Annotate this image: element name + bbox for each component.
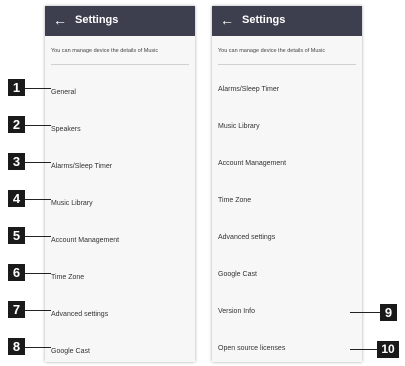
- menu-item-speakers[interactable]: Speakers: [51, 120, 191, 140]
- callout-marker-5: 5: [8, 227, 25, 244]
- screen-title: Settings: [242, 14, 286, 26]
- callout-marker-1: 1: [8, 79, 25, 96]
- menu-item-alarms-sleep-timer[interactable]: Alarms/Sleep Timer: [51, 157, 191, 177]
- back-arrow-icon[interactable]: ←: [220, 12, 234, 28]
- menu-item-google-cast[interactable]: Google Cast: [218, 265, 358, 285]
- screen-subtitle: You can manage device the details of Mus…: [51, 48, 159, 54]
- menu-item-general[interactable]: General: [51, 83, 191, 103]
- menu-item-advanced-settings[interactable]: Advanced settings: [51, 305, 191, 325]
- divider: [51, 64, 189, 65]
- callout-marker-2: 2: [8, 116, 25, 133]
- divider: [218, 64, 356, 65]
- callout-marker-10: 10: [377, 341, 399, 358]
- menu-item-account-management[interactable]: Account Management: [218, 154, 358, 174]
- callout-marker-8: 8: [8, 338, 25, 355]
- callout-leader-line: [25, 347, 51, 348]
- menu-item-music-library[interactable]: Music Library: [218, 117, 358, 137]
- app-bar: ← Settings: [45, 6, 195, 36]
- screen-title: Settings: [75, 14, 119, 26]
- menu-item-time-zone[interactable]: Time Zone: [51, 268, 191, 288]
- callout-marker-3: 3: [8, 153, 25, 170]
- menu-item-open-source-licenses[interactable]: Open source licenses: [218, 339, 358, 359]
- menu-item-google-cast[interactable]: Google Cast: [51, 342, 191, 362]
- callout-leader-line: [25, 199, 51, 200]
- menu-item-version-info[interactable]: Version Info: [218, 302, 358, 322]
- callout-leader-line: [25, 88, 51, 89]
- settings-screen-right: ← Settings You can manage device the det…: [212, 6, 362, 362]
- menu-item-music-library[interactable]: Music Library: [51, 194, 191, 214]
- screen-subtitle: You can manage device the details of Mus…: [218, 48, 326, 54]
- app-bar: ← Settings: [212, 6, 362, 36]
- callout-leader-line: [25, 236, 51, 237]
- callout-leader-line: [25, 125, 51, 126]
- callout-leader-line: [350, 349, 377, 350]
- callout-leader-line: [25, 162, 51, 163]
- back-arrow-icon[interactable]: ←: [53, 12, 67, 28]
- callout-marker-7: 7: [8, 301, 25, 318]
- settings-screen-left: ← Settings You can manage device the det…: [45, 6, 195, 362]
- callout-leader-line: [25, 310, 51, 311]
- callout-leader-line: [25, 273, 51, 274]
- menu-item-advanced-settings[interactable]: Advanced settings: [218, 228, 358, 248]
- callout-leader-line: [350, 312, 380, 313]
- callout-marker-4: 4: [8, 190, 25, 207]
- menu-item-time-zone[interactable]: Time Zone: [218, 191, 358, 211]
- callout-marker-6: 6: [8, 264, 25, 281]
- callout-marker-9: 9: [380, 304, 397, 321]
- menu-item-alarms-sleep-timer[interactable]: Alarms/Sleep Timer: [218, 80, 358, 100]
- menu-item-account-management[interactable]: Account Management: [51, 231, 191, 251]
